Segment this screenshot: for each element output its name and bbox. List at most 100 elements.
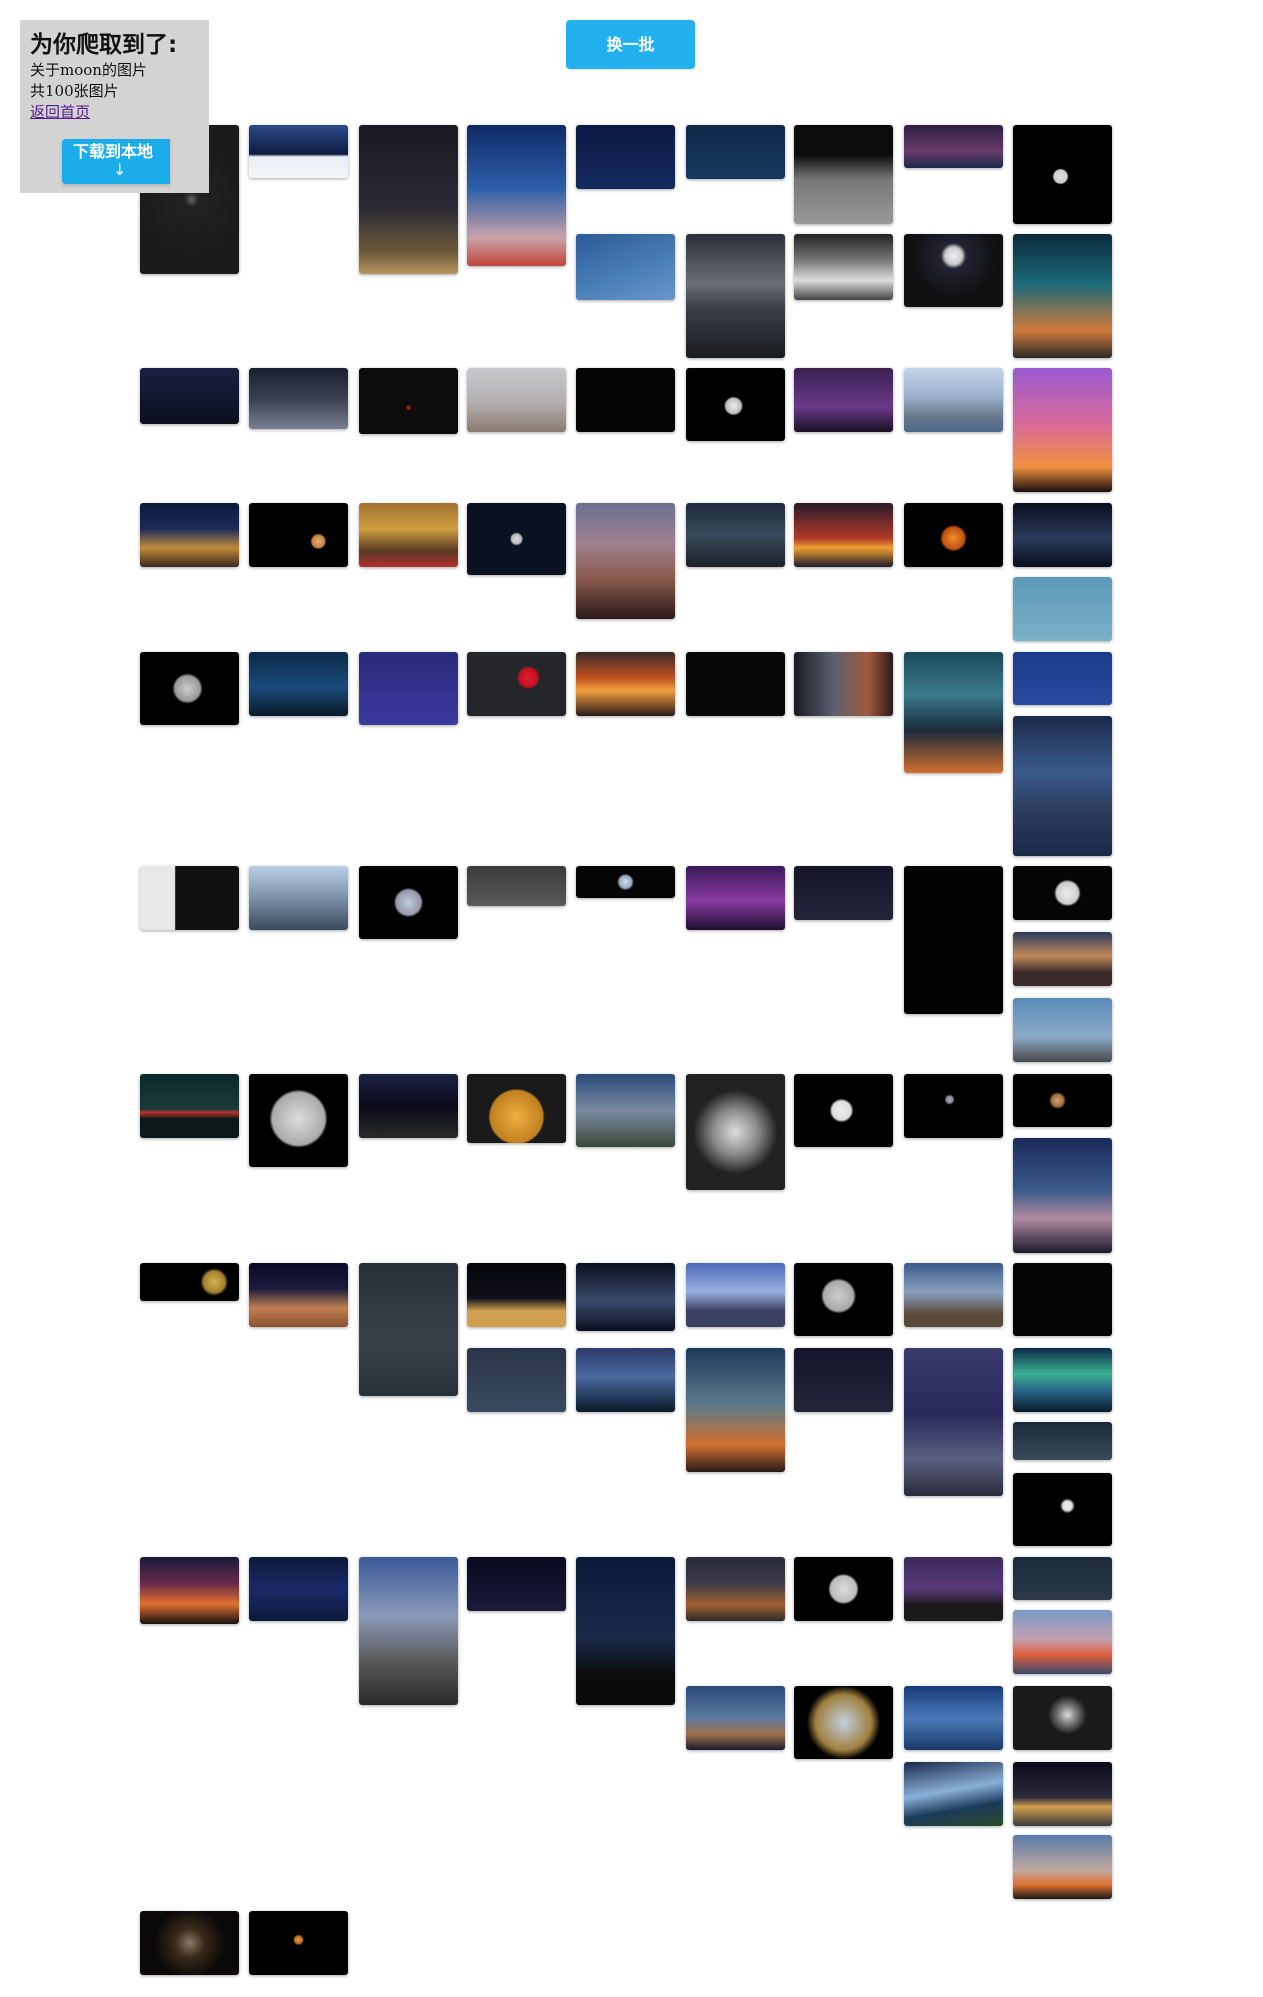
- image-thumbnail[interactable]: [904, 125, 1003, 168]
- image-thumbnail[interactable]: [359, 368, 458, 434]
- image-thumbnail[interactable]: [904, 1686, 1003, 1750]
- image-thumbnail[interactable]: [1013, 1835, 1112, 1899]
- image-thumbnail[interactable]: [140, 1557, 239, 1624]
- image-thumbnail[interactable]: [904, 234, 1003, 307]
- image-thumbnail[interactable]: [1013, 368, 1112, 492]
- image-thumbnail[interactable]: [794, 1686, 893, 1759]
- image-thumbnail[interactable]: [1013, 1422, 1112, 1460]
- image-thumbnail[interactable]: [794, 1263, 893, 1336]
- image-thumbnail[interactable]: [467, 1074, 566, 1143]
- image-thumbnail[interactable]: [794, 866, 893, 920]
- image-thumbnail[interactable]: [467, 125, 566, 266]
- image-thumbnail[interactable]: [359, 866, 458, 939]
- image-thumbnail[interactable]: [467, 1557, 566, 1611]
- image-thumbnail[interactable]: [1013, 234, 1112, 358]
- image-thumbnail[interactable]: [1013, 1762, 1112, 1826]
- image-thumbnail[interactable]: [249, 652, 348, 716]
- image-thumbnail[interactable]: [1013, 1138, 1112, 1253]
- image-thumbnail[interactable]: [686, 1348, 785, 1472]
- image-thumbnail[interactable]: [140, 1074, 239, 1138]
- image-thumbnail[interactable]: [359, 1074, 458, 1138]
- image-thumbnail[interactable]: [794, 368, 893, 432]
- image-thumbnail[interactable]: [686, 234, 785, 358]
- image-thumbnail[interactable]: [1013, 1610, 1112, 1674]
- image-thumbnail[interactable]: [904, 1348, 1003, 1496]
- download-button[interactable]: 下载到本地 ↓: [62, 139, 170, 184]
- image-thumbnail[interactable]: [794, 125, 893, 224]
- home-link[interactable]: 返回首页: [30, 102, 199, 123]
- image-thumbnail[interactable]: [1013, 998, 1112, 1062]
- image-thumbnail[interactable]: [904, 1074, 1003, 1138]
- image-thumbnail[interactable]: [1013, 1074, 1112, 1127]
- refresh-button[interactable]: 换一批: [566, 20, 695, 69]
- image-thumbnail[interactable]: [1013, 716, 1112, 856]
- image-thumbnail[interactable]: [467, 368, 566, 432]
- image-thumbnail[interactable]: [359, 652, 458, 725]
- image-thumbnail[interactable]: [1013, 1473, 1112, 1546]
- image-thumbnail[interactable]: [140, 368, 239, 424]
- image-thumbnail[interactable]: [794, 1348, 893, 1412]
- image-thumbnail[interactable]: [140, 503, 239, 567]
- image-thumbnail[interactable]: [686, 368, 785, 441]
- image-thumbnail[interactable]: [140, 1911, 239, 1975]
- image-thumbnail[interactable]: [576, 1348, 675, 1412]
- image-thumbnail[interactable]: [467, 652, 566, 716]
- image-thumbnail[interactable]: [249, 1557, 348, 1621]
- image-thumbnail[interactable]: [1013, 577, 1112, 641]
- image-thumbnail[interactable]: [794, 652, 893, 716]
- image-thumbnail[interactable]: [249, 866, 348, 930]
- image-thumbnail[interactable]: [249, 503, 348, 567]
- image-thumbnail[interactable]: [686, 503, 785, 567]
- image-thumbnail[interactable]: [359, 1557, 458, 1705]
- image-thumbnail[interactable]: [904, 1762, 1003, 1826]
- image-thumbnail[interactable]: [576, 866, 675, 898]
- image-thumbnail[interactable]: [1013, 503, 1112, 567]
- image-thumbnail[interactable]: [249, 125, 348, 178]
- image-thumbnail[interactable]: [140, 652, 239, 725]
- image-thumbnail[interactable]: [140, 866, 239, 930]
- image-thumbnail[interactable]: [576, 652, 675, 716]
- image-thumbnail[interactable]: [904, 1557, 1003, 1621]
- image-thumbnail[interactable]: [686, 1074, 785, 1190]
- image-thumbnail[interactable]: [1013, 866, 1112, 920]
- image-thumbnail[interactable]: [359, 1263, 458, 1396]
- image-thumbnail[interactable]: [904, 866, 1003, 1014]
- image-thumbnail[interactable]: [904, 1263, 1003, 1327]
- image-thumbnail[interactable]: [794, 1557, 893, 1621]
- image-thumbnail[interactable]: [1013, 1686, 1112, 1750]
- image-thumbnail[interactable]: [686, 866, 785, 930]
- image-thumbnail[interactable]: [359, 125, 458, 274]
- image-thumbnail[interactable]: [794, 1074, 893, 1147]
- image-thumbnail[interactable]: [576, 1074, 675, 1147]
- image-thumbnail[interactable]: [576, 234, 675, 300]
- image-thumbnail[interactable]: [904, 368, 1003, 432]
- image-thumbnail[interactable]: [467, 1263, 566, 1327]
- image-thumbnail[interactable]: [576, 368, 675, 432]
- image-thumbnail[interactable]: [467, 1348, 566, 1412]
- image-thumbnail[interactable]: [686, 1686, 785, 1750]
- image-thumbnail[interactable]: [904, 652, 1003, 773]
- image-thumbnail[interactable]: [576, 1557, 675, 1705]
- image-thumbnail[interactable]: [1013, 652, 1112, 705]
- image-thumbnail[interactable]: [576, 503, 675, 619]
- image-thumbnail[interactable]: [686, 1263, 785, 1327]
- image-thumbnail[interactable]: [249, 1074, 348, 1167]
- image-thumbnail[interactable]: [359, 503, 458, 567]
- image-thumbnail[interactable]: [249, 1911, 348, 1975]
- image-thumbnail[interactable]: [249, 1263, 348, 1327]
- image-thumbnail[interactable]: [576, 125, 675, 189]
- image-thumbnail[interactable]: [904, 503, 1003, 567]
- image-thumbnail[interactable]: [467, 503, 566, 575]
- image-thumbnail[interactable]: [1013, 1348, 1112, 1412]
- image-thumbnail[interactable]: [1013, 1557, 1112, 1600]
- image-thumbnail[interactable]: [1013, 932, 1112, 986]
- image-thumbnail[interactable]: [686, 652, 785, 716]
- image-thumbnail[interactable]: [1013, 125, 1112, 224]
- image-thumbnail[interactable]: [1013, 1263, 1112, 1336]
- image-thumbnail[interactable]: [686, 125, 785, 179]
- image-thumbnail[interactable]: [576, 1263, 675, 1331]
- image-thumbnail[interactable]: [686, 1557, 785, 1621]
- image-thumbnail[interactable]: [249, 368, 348, 429]
- image-thumbnail[interactable]: [140, 1263, 239, 1301]
- image-thumbnail[interactable]: [794, 503, 893, 567]
